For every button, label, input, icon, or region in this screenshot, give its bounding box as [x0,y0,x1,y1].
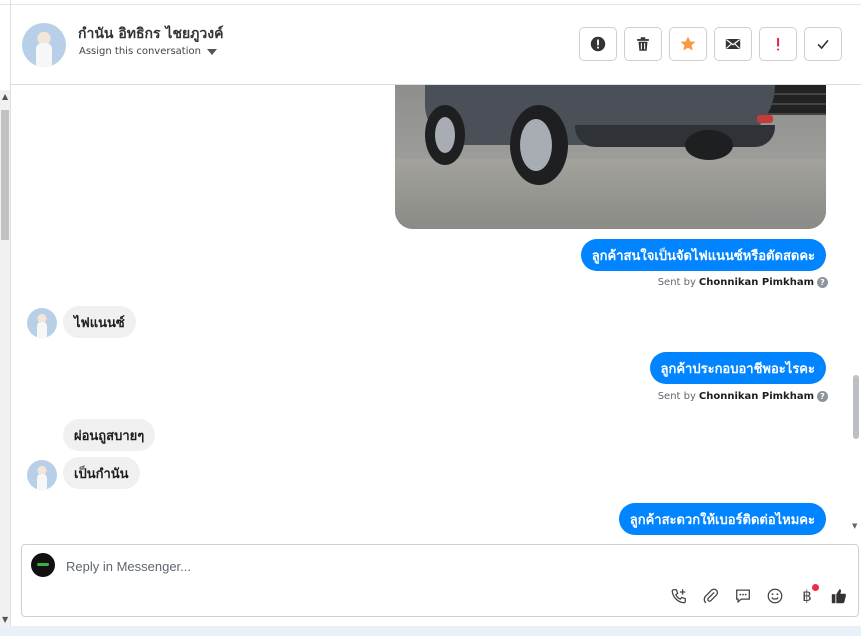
sent-by-line: Sent by Chonnikan Pimkham ? [658,277,828,288]
alert-circle-icon [590,36,606,52]
paperclip-icon [703,588,719,604]
baht-icon: ฿ [802,587,812,605]
thread-scrollbar-thumb[interactable] [853,375,859,439]
delete-button[interactable] [624,27,662,61]
attach-button[interactable] [702,587,720,605]
like-button[interactable] [830,587,848,605]
bottom-bar [0,626,861,636]
photo-rim [435,117,455,153]
mark-unread-button[interactable] [714,27,752,61]
photo-tail-light [757,115,773,123]
done-button[interactable] [804,27,842,61]
incoming-message[interactable]: ผ่อนถูสบายๆ [63,419,156,451]
trash-icon [637,37,649,51]
car-photo-attachment[interactable] [395,85,826,229]
thumbs-up-icon [831,589,846,604]
reply-composer: ฿ [21,544,859,617]
contact-avatar-small[interactable] [27,460,57,490]
star-button[interactable] [669,27,707,61]
emoji-icon [767,588,783,604]
incoming-message[interactable]: ไฟแนนซ์ [63,306,136,338]
composer-toolbar: ฿ [670,584,848,605]
message-thread[interactable]: ลูกค้าสนใจเป็นจัดไฟแนนซ์หรือตัดสดคะ Sent… [11,85,851,535]
sent-by-prefix: Sent by [657,277,696,288]
sender-name: Chonnikan Pimkham [698,277,814,288]
conversation-actions [579,27,842,61]
payment-button[interactable]: ฿ [798,584,819,605]
outgoing-message[interactable]: ลูกค้าสนใจเป็นจัดไฟแนนซ์หรือตัดสดคะ [580,239,826,271]
help-icon[interactable]: ? [817,277,828,288]
page-scrollbar[interactable]: ▲ ▼ [0,90,10,626]
emoji-button[interactable] [766,587,784,605]
contact-name[interactable]: กำนัน อิทธิกร ไชยภูวงค์ [78,23,223,45]
photo-wheel [685,130,733,160]
photo-tire-stack [766,85,826,115]
page-avatar [31,553,55,577]
phone-plus-icon [671,589,686,604]
assign-label: Assign this conversation [79,46,201,57]
notification-dot [812,584,819,591]
sent-by-prefix: Sent by [657,391,696,402]
caret-down-icon [206,48,217,55]
incoming-message[interactable]: เป็นกำนัน [63,457,140,489]
photo-floor [395,159,826,229]
saved-replies-button[interactable] [734,587,752,605]
photo-rim [520,119,552,171]
outgoing-message[interactable]: ลูกค้าสะดวกให้เบอร์ติดต่อไหมคะ [618,503,826,535]
outgoing-message[interactable]: ลูกค้าประกอบอาชีพอะไรคะ [649,352,826,384]
sender-name: Chonnikan Pimkham [698,391,814,402]
exclamation-icon [777,37,780,51]
envelope-icon [725,39,741,49]
thread-scrollbar[interactable]: ▼ [851,90,861,530]
scroll-up-arrow-icon[interactable]: ▲ [2,92,8,101]
conversation-header: กำนัน อิทธิกร ไชยภูวงค์ Assign this conv… [11,5,861,85]
photo-car-bumper [575,125,775,147]
reply-input[interactable] [66,557,666,575]
assign-conversation-dropdown[interactable]: Assign this conversation [79,46,217,57]
saved-reply-icon [736,589,750,604]
contact-avatar-small[interactable] [27,308,57,338]
conversation-window: ▲ ▼ กำนัน อิทธิกร ไชยภูวงค์ Assign this … [0,0,861,636]
call-button[interactable] [670,587,688,605]
help-icon[interactable]: ? [817,391,828,402]
check-icon [817,39,829,50]
sent-by-line: Sent by Chonnikan Pimkham ? [658,391,828,402]
scroll-down-arrow-icon[interactable]: ▼ [852,522,857,530]
scroll-down-arrow-icon[interactable]: ▼ [2,615,8,624]
spam-button[interactable] [579,27,617,61]
star-icon [680,36,696,51]
contact-avatar[interactable] [22,23,66,67]
page-scrollbar-thumb[interactable] [1,110,9,240]
important-button[interactable] [759,27,797,61]
